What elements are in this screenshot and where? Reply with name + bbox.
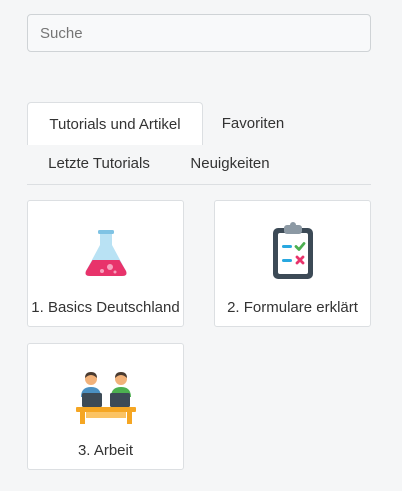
tab-divider [27, 184, 371, 185]
flask-icon [85, 230, 126, 276]
card-label: 1. Basics Deutschland [31, 299, 180, 316]
search-input[interactable] [27, 14, 371, 52]
tab-tutorials-und-artikel[interactable]: Tutorials und Artikel [27, 102, 203, 145]
card-label: 3. Arbeit [77, 442, 134, 459]
clipboard-checklist-icon [272, 222, 313, 279]
people-at-desk-icon [75, 372, 136, 424]
card-label: 2. Formulare erklärt [227, 299, 358, 316]
tutorial-card-arbeit[interactable]: 3. Arbeit [27, 343, 184, 470]
tutorial-card-basics[interactable]: 1. Basics Deutschland [27, 200, 184, 327]
tab-letzte-tutorials[interactable]: Letzte Tutorials [35, 143, 163, 183]
tab-neuigkeiten[interactable]: Neuigkeiten [178, 143, 282, 183]
tab-favoriten[interactable]: Favoriten [210, 102, 296, 145]
tutorial-card-formulare[interactable]: 2. Formulare erklärt [214, 200, 371, 327]
